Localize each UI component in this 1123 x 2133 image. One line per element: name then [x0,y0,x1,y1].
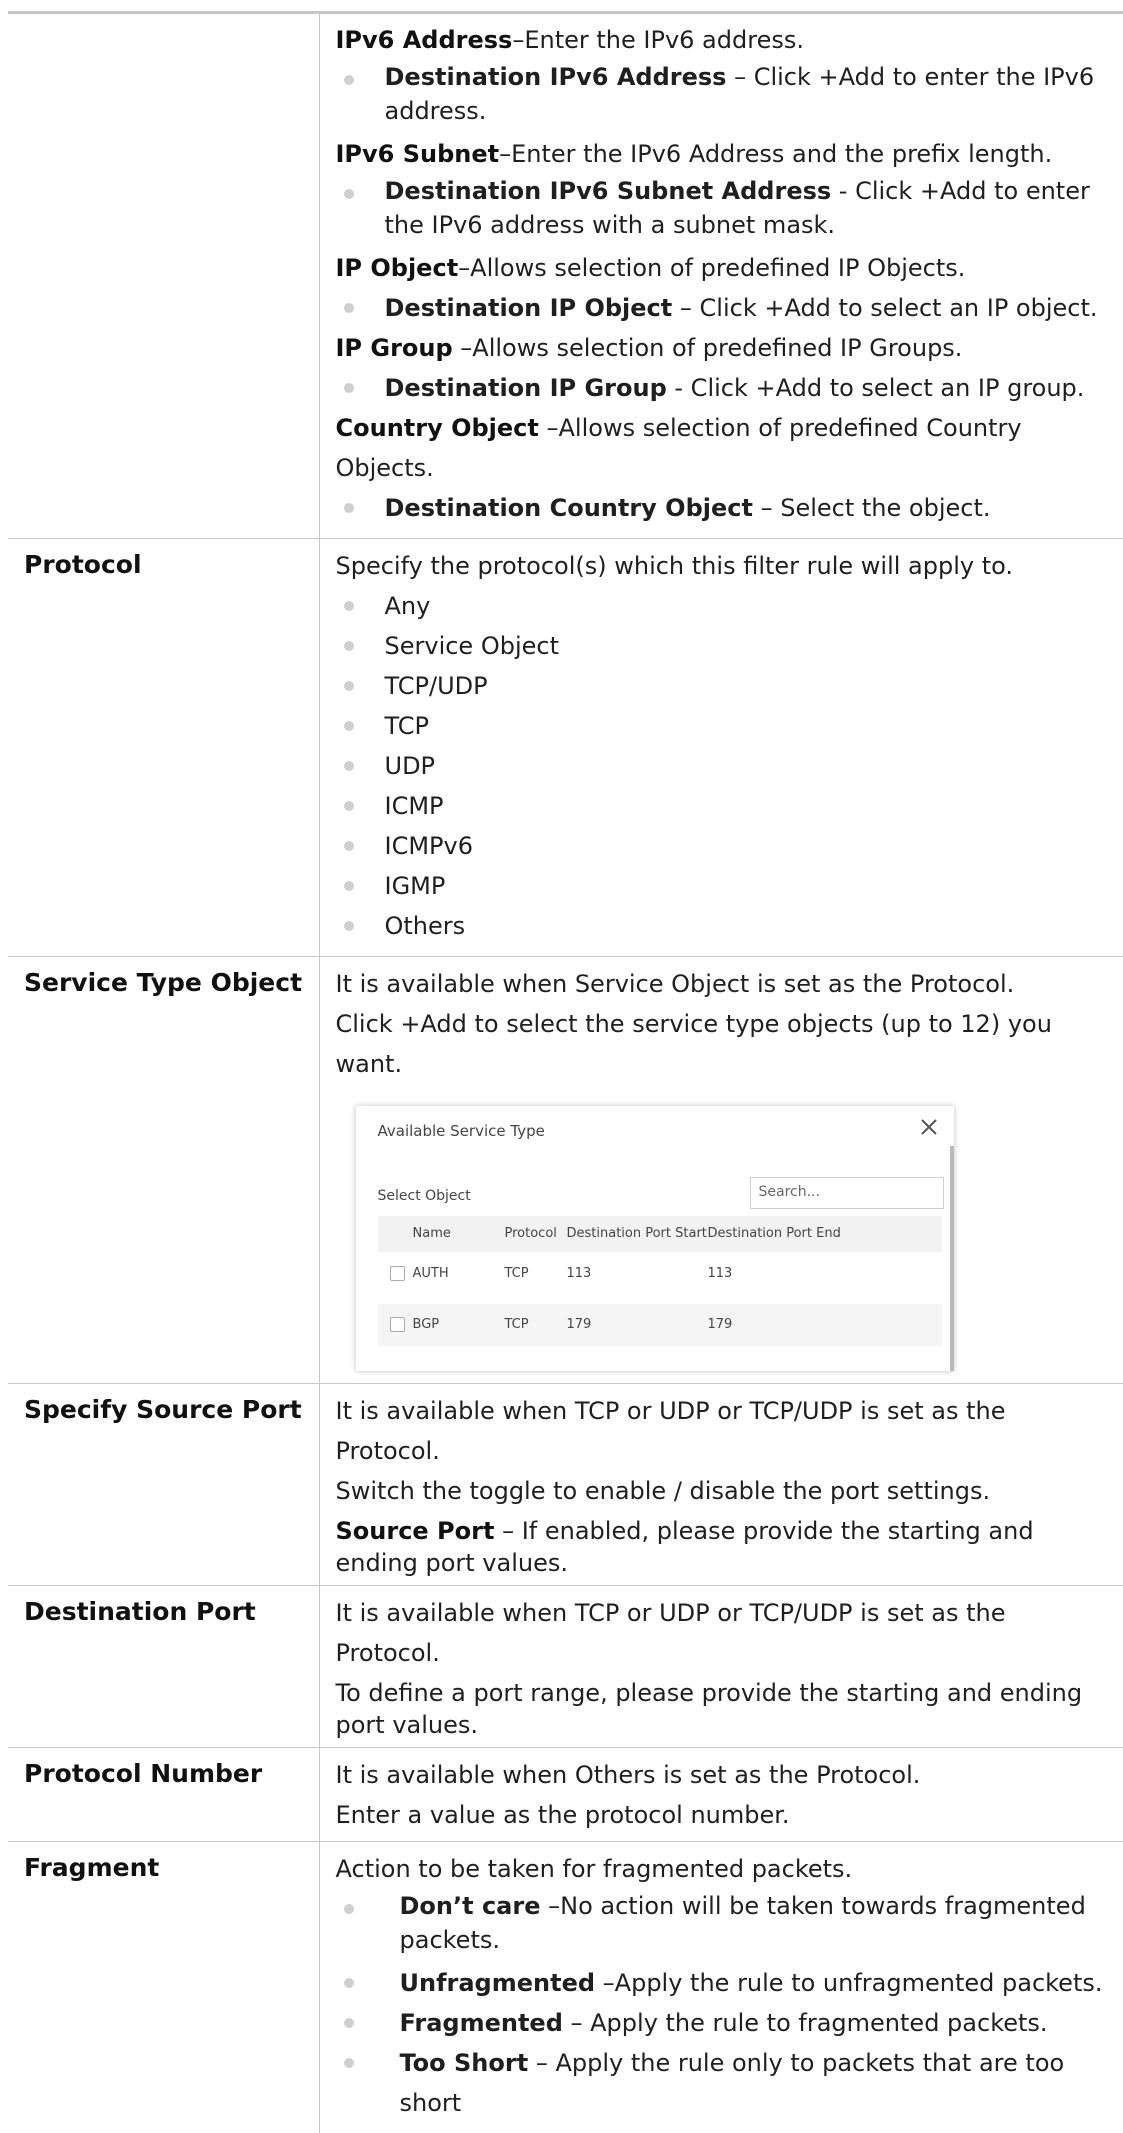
bullet-list-country-object: Destination Country Object – Select the … [336,488,1114,528]
table-row-destination: IPv6 Address–Enter the IPv6 address. Des… [8,12,1123,539]
list-item: Others [336,906,1114,946]
cell-port-start: 113 [567,1266,592,1281]
row-label-protocol: Protocol [8,539,319,957]
bullet-list-ip-object: Destination IP Object – Click +Add to se… [336,288,1114,328]
cell-port-end: 179 [708,1317,733,1332]
table-row-destination-port: Destination Port It is available when TC… [8,1586,1123,1748]
bullet-list-ipv6-subnet: Destination IPv6 Subnet Address - Click … [336,174,1114,242]
fragment-options-list: Don’t care –No action will be taken towa… [336,1889,1114,2123]
row-description-source-port: It is available when TCP or UDP or TCP/U… [319,1384,1123,1586]
source-port-description: Source Port – If enabled, please provide… [336,1515,1114,1579]
service-type-line2: Click +Add to select the service type ob… [336,1004,1114,1084]
parameter-table: IPv6 Address–Enter the IPv6 address. Des… [8,12,1123,2133]
row-description-fragment: Action to be taken for fragmented packet… [319,1842,1123,2133]
bullet-list-ip-group: Destination IP Group - Click +Add to sel… [336,368,1114,408]
para-ip-object: IP Object–Allows selection of predefined… [336,248,1114,288]
cell-protocol: TCP [505,1317,529,1332]
table-header: Name Protocol Destination Port Start Des… [378,1216,942,1252]
select-object-label: Select Object [378,1188,471,1204]
list-item: IGMP [336,866,1114,906]
list-item: Fragmented – Apply the rule to fragmente… [336,2003,1114,2043]
protocol-number-line1: It is available when Others is set as th… [336,1755,1114,1795]
list-item: Destination IPv6 Subnet Address - Click … [336,174,1114,242]
dialog-title: Available Service Type [378,1122,545,1140]
list-item: ICMP [336,786,1114,826]
protocol-options-list: Any Service Object TCP/UDP TCP UDP ICMP … [336,586,1114,946]
dialog-scrollbar[interactable] [950,1146,954,1371]
row-checkbox[interactable] [390,1317,405,1332]
column-header-protocol: Protocol [505,1226,557,1241]
column-header-port-start: Destination Port Start [567,1226,707,1241]
available-service-type-dialog: Available Service Type Select Object Sea… [356,1106,954,1371]
protocol-intro: Specify the protocol(s) which this filte… [336,546,1114,586]
table-row[interactable]: AUTH TCP 113 113 [378,1253,942,1295]
cell-name: AUTH [413,1266,449,1281]
row-label-empty [8,12,319,539]
source-port-line1: It is available when TCP or UDP or TCP/U… [336,1391,1114,1471]
cell-name: BGP [413,1317,440,1332]
list-item: Destination IP Group - Click +Add to sel… [336,368,1114,408]
para-ipv6-subnet: IPv6 Subnet–Enter the IPv6 Address and t… [336,134,1114,174]
list-item: Unfragmented –Apply the rule to unfragme… [336,1963,1114,2003]
cell-protocol: TCP [505,1266,529,1281]
column-header-name: Name [413,1226,451,1241]
list-item: Destination Country Object – Select the … [336,488,1114,528]
row-description-protocol-number: It is available when Others is set as th… [319,1748,1123,1842]
table-row-protocol-number: Protocol Number It is available when Oth… [8,1748,1123,1842]
list-item: TCP [336,706,1114,746]
table-row-service-type: Service Type Object It is available when… [8,957,1123,1384]
table-row[interactable]: BGP TCP 179 179 [378,1304,942,1346]
fragment-intro: Action to be taken for fragmented packet… [336,1849,1114,1889]
protocol-number-line2: Enter a value as the protocol number. [336,1795,1114,1835]
cell-port-end: 113 [708,1266,733,1281]
table-row-protocol: Protocol Specify the protocol(s) which t… [8,539,1123,957]
list-item: Too Short – Apply the rule only to packe… [336,2043,1114,2123]
row-checkbox[interactable] [390,1266,405,1281]
list-item: Don’t care –No action will be taken towa… [336,1889,1114,1957]
search-input[interactable]: Search... [750,1177,944,1209]
table-row-fragment: Fragment Action to be taken for fragment… [8,1842,1123,2133]
row-label-fragment: Fragment [8,1842,319,2133]
table-row-source-port: Specify Source Port It is available when… [8,1384,1123,1586]
row-description-destination-port: It is available when TCP or UDP or TCP/U… [319,1586,1123,1748]
service-type-line1: It is available when Service Object is s… [336,964,1114,1004]
row-description-protocol: Specify the protocol(s) which this filte… [319,539,1123,957]
cell-port-start: 179 [567,1317,592,1332]
dest-port-line1: It is available when TCP or UDP or TCP/U… [336,1593,1114,1673]
row-label-destination-port: Destination Port [8,1586,319,1748]
list-item: UDP [336,746,1114,786]
row-label-source-port: Specify Source Port [8,1384,319,1586]
list-item: TCP/UDP [336,666,1114,706]
list-item: Service Object [336,626,1114,666]
para-ip-group: IP Group –Allows selection of predefined… [336,328,1114,368]
list-item: ICMPv6 [336,826,1114,866]
para-country-object: Country Object –Allows selection of pred… [336,408,1114,488]
row-description-destination: IPv6 Address–Enter the IPv6 address. Des… [319,12,1123,539]
para-ipv6-address: IPv6 Address–Enter the IPv6 address. [336,20,1114,60]
row-label-protocol-number: Protocol Number [8,1748,319,1842]
source-port-line2: Switch the toggle to enable / disable th… [336,1471,1114,1511]
bullet-list-ipv6-address: Destination IPv6 Address – Click +Add to… [336,60,1114,128]
row-label-service-type: Service Type Object [8,957,319,1384]
close-icon[interactable] [918,1116,940,1138]
list-item: Destination IP Object – Click +Add to se… [336,288,1114,328]
list-item: Destination IPv6 Address – Click +Add to… [336,60,1114,128]
dest-port-line2: To define a port range, please provide t… [336,1677,1114,1741]
list-item: Any [336,586,1114,626]
document-table-container: IPv6 Address–Enter the IPv6 address. Des… [8,12,1123,2133]
column-header-port-end: Destination Port End [708,1226,841,1241]
row-description-service-type: It is available when Service Object is s… [319,957,1123,1384]
